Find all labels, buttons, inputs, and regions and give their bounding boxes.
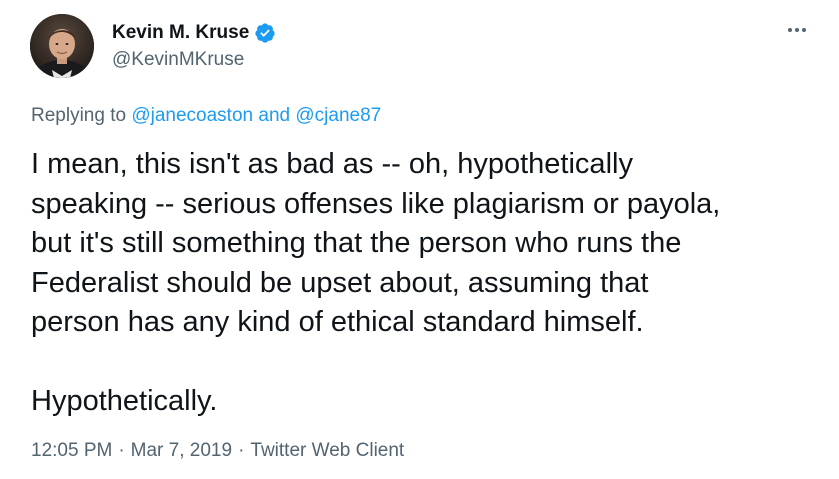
tweet-text-line: person has any kind of ethical standard … <box>31 306 644 338</box>
more-options-icon <box>788 28 792 32</box>
avatar[interactable] <box>30 14 94 78</box>
tweet-text-closing: Hypothetically. <box>31 385 218 417</box>
tweet-text-line: but it's still something that the person… <box>31 227 682 259</box>
replying-to: Replying to @janecoaston and @cjane87 <box>31 104 381 128</box>
more-options-button[interactable] <box>785 18 809 42</box>
author-name-row: Kevin M. Kruse <box>112 21 276 45</box>
replying-prefix: Replying to <box>31 105 127 126</box>
tweet-client[interactable]: Twitter Web Client <box>250 440 404 461</box>
avatar-image <box>30 14 94 78</box>
replying-conjunction[interactable]: and <box>258 105 290 126</box>
author-handle[interactable]: @KevinMKruse <box>112 48 244 72</box>
tweet-text: I mean, this isn't as bad as -- oh, hypo… <box>31 145 821 422</box>
tweet-card: Kevin M. Kruse @KevinMKruse Replying to … <box>0 0 839 479</box>
author-display-name[interactable]: Kevin M. Kruse <box>112 21 249 45</box>
tweet-date[interactable]: Mar 7, 2019 <box>131 440 232 461</box>
verified-badge-icon <box>254 22 276 44</box>
tweet-text-line: Federalist should be upset about, assumi… <box>31 266 649 299</box>
tweet-text-line: I mean, this isn't as bad as -- oh, hypo… <box>31 148 633 180</box>
tweet-text-line: speaking -- serious offenses like plagia… <box>31 187 721 220</box>
tweet-meta: 12:05 PM · Mar 7, 2019 · Twitter Web Client <box>31 439 404 463</box>
more-options-icon-dot <box>795 28 799 32</box>
meta-separator: · <box>238 440 245 461</box>
mention-link-janecoaston[interactable]: @janecoaston <box>131 105 253 126</box>
more-options-icon-dot <box>802 28 806 32</box>
meta-separator: · <box>118 440 125 461</box>
tweet-time[interactable]: 12:05 PM <box>31 440 112 461</box>
mention-link-cjane87[interactable]: @cjane87 <box>295 105 381 126</box>
